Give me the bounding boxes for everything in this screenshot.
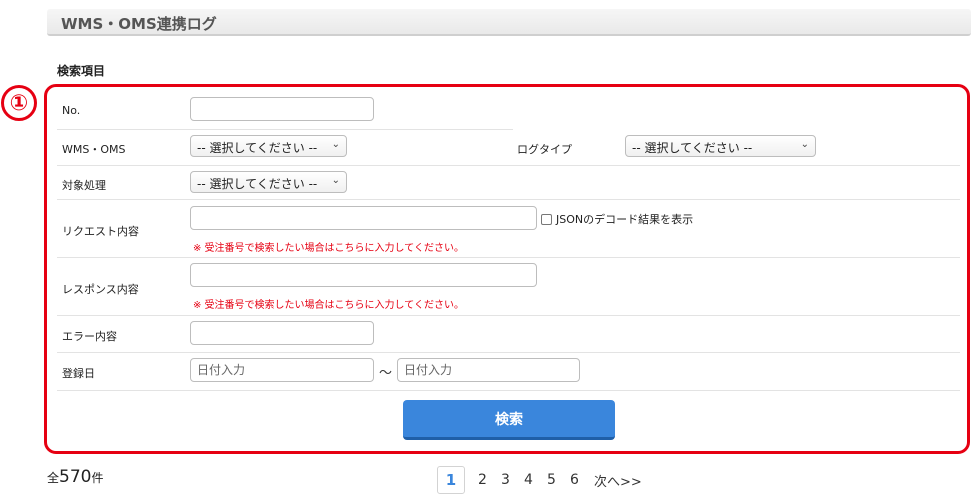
json-decode-label: JSONのデコード結果を表示: [556, 213, 694, 226]
target-process-label: 対象処理: [62, 179, 106, 192]
no-input[interactable]: [190, 97, 374, 121]
wms-oms-label: WMS・OMS: [62, 143, 126, 156]
row-divider: [57, 199, 960, 200]
json-decode-toggle[interactable]: JSONのデコード結果を表示: [541, 211, 693, 227]
next-page-link[interactable]: 次へ>>: [594, 471, 642, 490]
result-count-suffix: 件: [91, 471, 104, 485]
error-content-input[interactable]: [190, 321, 374, 345]
no-label: No.: [62, 104, 81, 117]
chevron-down-icon: ⌄: [331, 139, 340, 150]
row-divider: [57, 315, 960, 316]
target-process-select-value: -- 選択してください --: [197, 177, 318, 191]
date-range-separator: ～: [379, 366, 393, 381]
response-content-note: ※ 受注番号で検索したい場合はこちらに入力してください。: [193, 300, 464, 311]
result-count-number: 570: [59, 467, 92, 487]
log-type-select[interactable]: -- 選択してください -- ⌄: [625, 135, 816, 157]
row-divider: [57, 165, 960, 166]
row-divider: [57, 257, 960, 258]
log-type-label: ログタイプ: [517, 143, 572, 156]
date-to-input[interactable]: [397, 358, 580, 382]
page-link[interactable]: 3: [494, 472, 517, 488]
error-content-label: エラー内容: [62, 330, 117, 343]
request-content-note: ※ 受注番号で検索したい場合はこちらに入力してください。: [193, 243, 464, 254]
wms-oms-select[interactable]: -- 選択してください -- ⌄: [190, 135, 347, 157]
date-from-input[interactable]: [190, 358, 374, 382]
request-content-label: リクエスト内容: [62, 225, 139, 238]
page-link[interactable]: 5: [540, 472, 563, 488]
wms-oms-select-value: -- 選択してください --: [197, 141, 318, 155]
page-current[interactable]: 1: [437, 466, 465, 494]
page-link[interactable]: 2: [471, 472, 494, 488]
json-decode-checkbox[interactable]: [541, 213, 552, 225]
chevron-down-icon: ⌄: [331, 175, 340, 186]
response-content-input[interactable]: [190, 263, 537, 287]
row-divider: [57, 352, 960, 353]
result-count: 全570件: [47, 467, 103, 487]
result-count-prefix: 全: [47, 471, 60, 485]
request-content-input[interactable]: [190, 206, 537, 230]
page-link[interactable]: 6: [563, 472, 586, 488]
page-link[interactable]: 4: [517, 472, 540, 488]
row-divider: [57, 129, 513, 130]
row-divider: [57, 390, 960, 391]
page-title: WMS・OMS連携ログ: [61, 15, 217, 33]
page-header: WMS・OMS連携ログ: [47, 9, 971, 36]
annotation-marker: ①: [1, 85, 37, 121]
search-button[interactable]: 検索: [403, 400, 615, 440]
registration-date-label: 登録日: [62, 367, 95, 380]
log-type-select-value: -- 選択してください --: [632, 141, 753, 155]
target-process-select[interactable]: -- 選択してください -- ⌄: [190, 171, 347, 193]
chevron-down-icon: ⌄: [800, 139, 809, 150]
response-content-label: レスポンス内容: [62, 283, 139, 296]
pagination: 1 2 3 4 5 6 次へ>>: [437, 466, 642, 494]
search-section-label: 検索項目: [57, 64, 106, 78]
